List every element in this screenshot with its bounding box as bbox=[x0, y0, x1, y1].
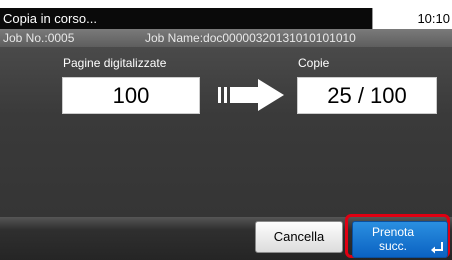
scanned-pages-label: Pagine digitalizzate bbox=[63, 56, 167, 70]
status-title: Copia in corso... bbox=[3, 11, 97, 26]
enter-icon bbox=[431, 242, 443, 254]
status-bar: Copia in corso... 10:10 bbox=[0, 8, 452, 29]
job-name: Job Name:doc00000320131010101010 bbox=[145, 31, 356, 45]
right-arrow-icon bbox=[218, 79, 284, 111]
clock: 10:10 bbox=[372, 8, 452, 29]
job-info-bar: Job No.:0005 Job Name:doc000003201310101… bbox=[0, 29, 452, 47]
scanned-pages-value: 100 bbox=[62, 77, 200, 114]
reserve-next-label: Prenota succ. bbox=[371, 225, 415, 253]
job-number: Job No.:0005 bbox=[3, 31, 75, 45]
copies-value: 25 / 100 bbox=[297, 77, 437, 114]
copy-status-screen: Copia in corso... 10:10 Job No.:0005 Job… bbox=[0, 0, 452, 260]
reserve-next-button[interactable]: Prenota succ. bbox=[352, 221, 448, 258]
cancel-button[interactable]: Cancella bbox=[255, 221, 343, 253]
progress-panel: Pagine digitalizzate 100 Copie 25 / 100 bbox=[0, 47, 452, 217]
copies-label: Copie bbox=[298, 56, 330, 70]
